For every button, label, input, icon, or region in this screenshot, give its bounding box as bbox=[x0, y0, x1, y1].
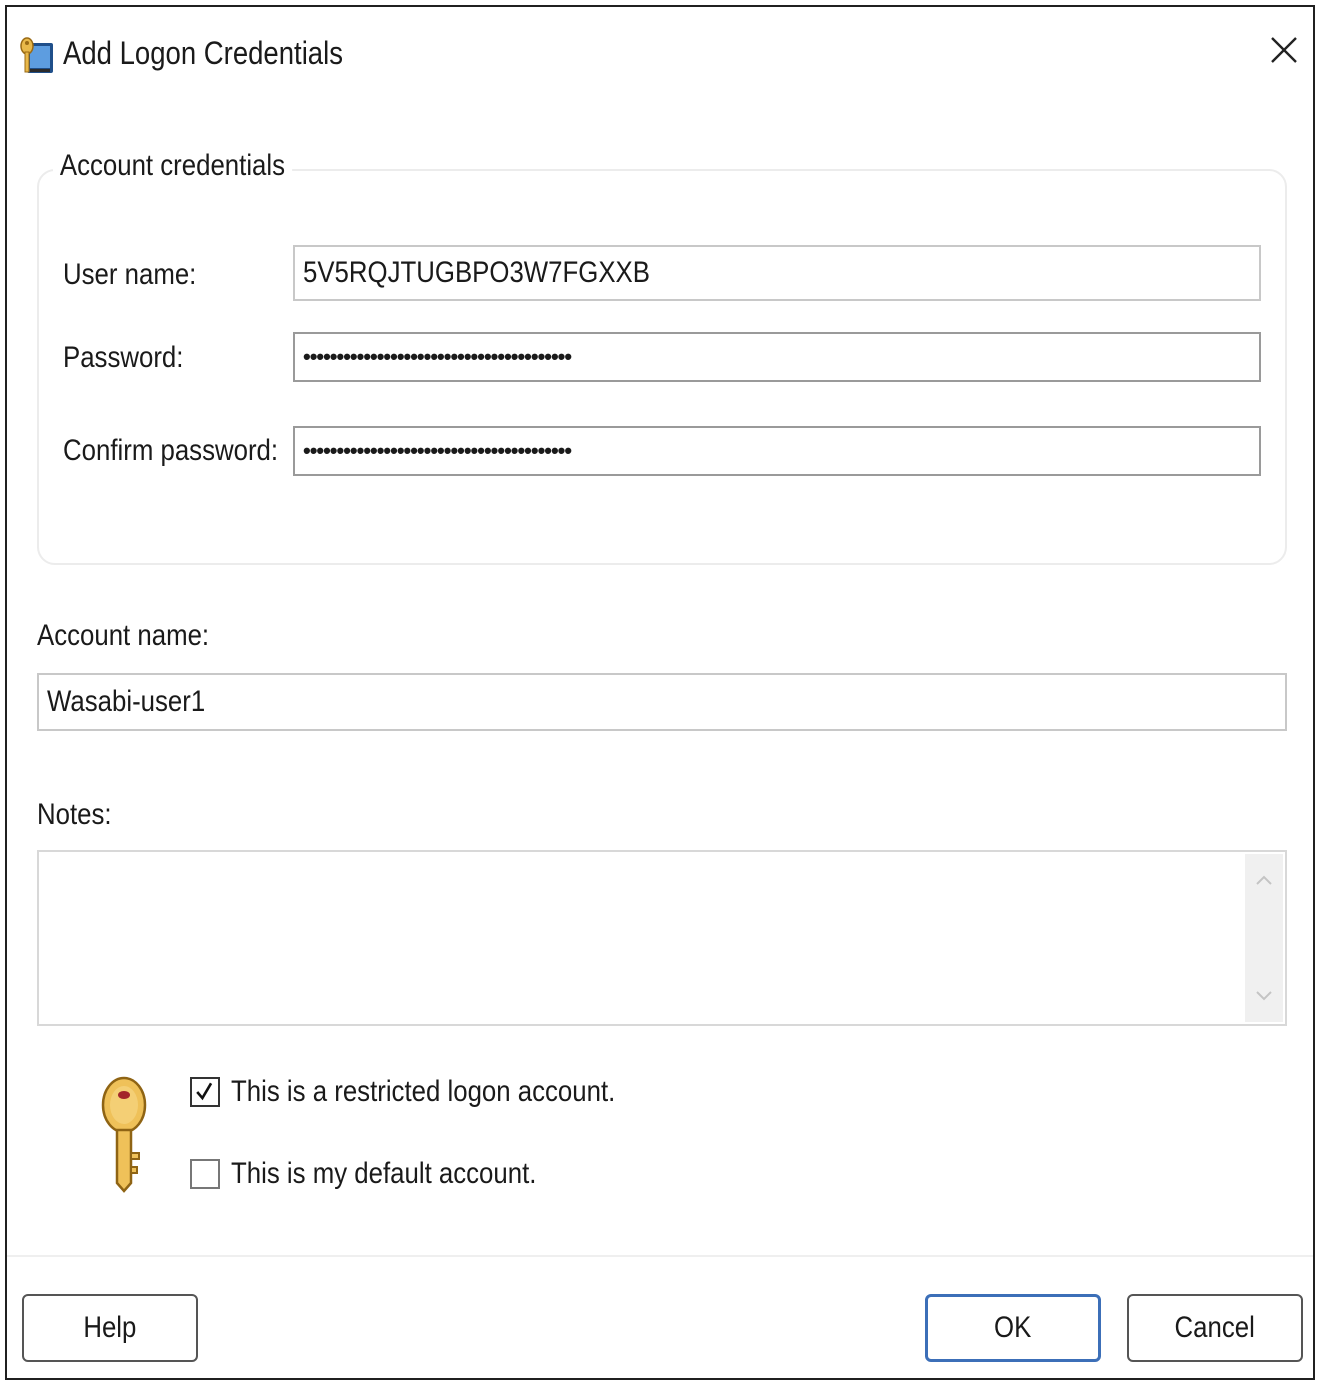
credentials-app-icon bbox=[20, 37, 53, 73]
password-mask: •••••••••••••••••••••••••••••••••••••••• bbox=[303, 344, 572, 369]
user-name-value: 5V5RQJTUGBPO3W7FGXXB bbox=[303, 256, 650, 289]
default-account-label[interactable]: This is my default account. bbox=[231, 1157, 536, 1191]
restricted-account-checkbox[interactable] bbox=[190, 1077, 220, 1107]
cancel-button[interactable]: Cancel bbox=[1127, 1294, 1303, 1362]
title-bar: Add Logon Credentials bbox=[7, 7, 1313, 103]
window-title: Add Logon Credentials bbox=[63, 35, 343, 71]
restricted-account-label[interactable]: This is a restricted logon account. bbox=[231, 1075, 615, 1109]
notes-scrollbar[interactable] bbox=[1245, 854, 1283, 1022]
scroll-up-icon[interactable] bbox=[1245, 864, 1283, 898]
password-label: Password: bbox=[63, 341, 184, 374]
password-field[interactable]: •••••••••••••••••••••••••••••••••••••••• bbox=[293, 332, 1261, 382]
cancel-button-label: Cancel bbox=[1174, 1311, 1256, 1344]
account-credentials-legend: Account credentials bbox=[53, 149, 292, 183]
account-name-label: Account name: bbox=[37, 619, 210, 652]
ok-button-label: OK bbox=[994, 1311, 1032, 1344]
add-logon-credentials-dialog: Add Logon Credentials Account credential… bbox=[5, 5, 1315, 1380]
confirm-password-field[interactable]: •••••••••••••••••••••••••••••••••••••••• bbox=[293, 426, 1261, 476]
key-icon bbox=[101, 1076, 147, 1193]
confirm-password-mask: •••••••••••••••••••••••••••••••••••••••• bbox=[303, 438, 572, 463]
default-account-checkbox[interactable] bbox=[190, 1159, 220, 1189]
user-name-field[interactable]: 5V5RQJTUGBPO3W7FGXXB bbox=[293, 245, 1261, 301]
account-name-field[interactable]: Wasabi-user1 bbox=[37, 673, 1287, 731]
confirm-password-label: Confirm password: bbox=[63, 434, 279, 467]
notes-textarea[interactable] bbox=[37, 850, 1287, 1026]
account-name-value: Wasabi-user1 bbox=[47, 685, 206, 718]
notes-label: Notes: bbox=[37, 798, 112, 831]
help-button-label: Help bbox=[83, 1311, 137, 1344]
user-name-label: User name: bbox=[63, 258, 197, 291]
close-icon[interactable] bbox=[1263, 29, 1305, 71]
help-button[interactable]: Help bbox=[22, 1294, 198, 1362]
scroll-down-icon[interactable] bbox=[1245, 978, 1283, 1012]
footer-divider bbox=[7, 1255, 1313, 1257]
checkmark-icon bbox=[196, 1082, 213, 1101]
ok-button[interactable]: OK bbox=[925, 1294, 1101, 1362]
